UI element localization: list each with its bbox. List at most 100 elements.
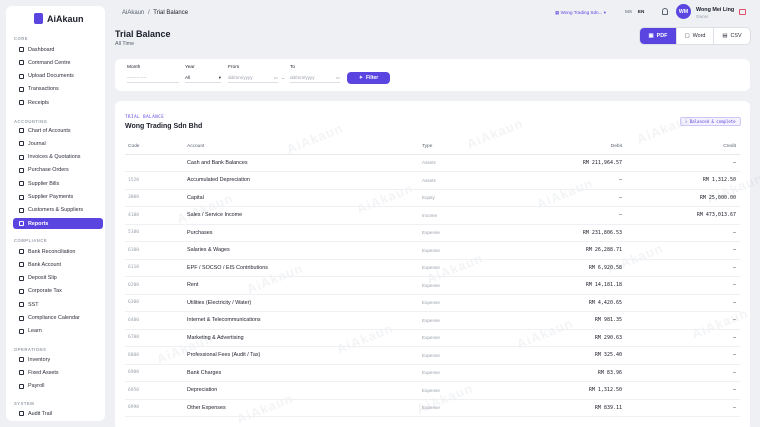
sidebar-item-invoices-quotations[interactable]: Invoices & Quotations [13,152,103,163]
bell-icon[interactable] [662,8,668,15]
lang-ms-button[interactable]: MS [625,9,632,14]
sidebar-item-bank-account[interactable]: Bank Account [13,259,103,270]
cell-type: Expense [422,241,512,260]
export-word-button[interactable]: ▢ Word [676,28,713,44]
table-row: 6800 Professional Fees (Audit / Tax) Expen… [125,346,740,365]
sidebar-item-receipts[interactable]: Receipts [13,97,103,108]
lang-en-button[interactable]: EN [638,9,644,14]
sidebar-item-label: Learn [28,328,42,335]
trial-balance-report: TRIAL BALANCE Wong Trading Sdn Bhd ✓ Bal… [115,101,760,427]
chart-icon [19,128,24,133]
cell-credit: — [626,364,740,382]
cell-code: 6300 [125,294,187,312]
sidebar-item-compliance-calendar[interactable]: Compliance Calendar [13,313,103,324]
sidebar-section-title: SYSTEM [14,401,35,406]
sidebar-item-audit-trail[interactable]: Audit Trail [13,408,103,419]
cell-type: Equity [422,189,512,207]
cell-code: 6200 [125,276,187,295]
sidebar-item-label: Payroll [28,383,45,390]
sidebar-item-bank-reconciliation[interactable]: Bank Reconciliation [13,246,103,257]
sidebar-item-label: Deposit Slip [28,275,57,282]
sidebar-item-supplier-payments[interactable]: Supplier Payments [13,192,103,203]
sidebar-item-sst[interactable]: SST [13,299,103,310]
cell-type: Expense [422,364,512,382]
sidebar-item-dashboard[interactable]: Dashboard [13,44,103,55]
sidebar-item-label: Upload Documents [28,73,74,80]
sidebar-item-journal[interactable]: Journal [13,138,103,149]
sidebar-item-fixed-assets[interactable]: Fixed Assets [13,367,103,378]
sidebar-item-supplier-bills[interactable]: Supplier Bills [13,178,103,189]
bank-icon [19,262,24,268]
table-row: 6700 Marketing & Advertising Expense RM 290… [125,329,740,347]
sidebar-item-label: Receipts [28,99,49,106]
check-icon [19,249,24,254]
sidebar-section-title: COMPLIANCE [14,238,48,243]
page-title: Trial Balance [115,29,171,39]
logout-icon[interactable] [739,9,746,15]
breadcrumb-root[interactable]: AiAkaun [122,10,144,16]
sidebar-section-title: OPERATIONS [14,347,47,352]
from-date-input[interactable]: dd/mm/yyyy ▭ [228,73,278,83]
sidebar-item-label: Fixed Assets [28,369,59,376]
cell-type: Expense [422,381,512,400]
export-group: ▣ PDF ▢ Word ▤ CSV [639,27,751,45]
sidebar-item-label: Compliance Calendar [28,315,80,321]
sidebar-item-label: Purchase Orders [28,167,69,174]
cell-debit: RM 6,920.58 [512,259,626,277]
sidebar-item-learn[interactable]: Learn [13,326,103,337]
month-placeholder: -------- ---- [127,75,147,80]
export-pdf-button[interactable]: ▣ PDF [640,28,676,44]
sidebar-item-corporate-tax[interactable]: Corporate Tax [13,286,103,297]
brand-name: AiAkaun [47,14,84,24]
cell-account: Utilities (Electricity / Water) [187,294,422,312]
sidebar-item-purchase-orders[interactable]: Purchase Orders [13,165,103,176]
invoice-icon [19,154,24,160]
cell-credit: RM 1,312.50 [626,171,740,190]
avatar[interactable]: WM [676,4,691,19]
tax-icon [19,288,24,294]
sidebar-item-payroll[interactable]: Payroll [13,381,103,392]
export-csv-button[interactable]: ▤ CSV [713,28,750,44]
sst-icon [19,302,24,308]
cell-credit: — [626,259,740,277]
sidebar-item-inventory[interactable]: Inventory [13,354,103,365]
year-select[interactable]: All ▾ [185,73,221,83]
balanced-badge: ✓ Balanced & complete [680,117,741,126]
year-value: All [185,75,191,80]
box-icon [19,357,24,362]
cell-type: Expense [422,276,512,295]
sidebar-item-label: Invoices & Quotations [28,154,81,161]
payment-icon [19,194,24,200]
csv-icon: ▤ [722,33,728,39]
sidebar-item-customers-suppliers[interactable]: Customers & Suppliers [13,205,103,216]
filter-button[interactable]: ✦ Filter [347,72,390,84]
cell-credit: — [626,294,740,312]
to-date-input[interactable]: dd/mm/yyyy ▭ [290,73,340,83]
table-row: 6400 Internet & Telecommunications Expense… [125,311,740,330]
sidebar-item-transactions[interactable]: Transactions [13,84,103,95]
cell-type: Expense [422,399,512,417]
cell-credit: — [626,241,740,260]
sidebar-item-deposit-slip[interactable]: Deposit Slip [13,273,103,284]
cell-account: Other Expenses [187,399,422,417]
company-selector[interactable]: ▦ Wong Trading Sdn... ▾ [555,10,606,16]
cell-account: Rent [187,276,422,295]
sidebar-item-label: Supplier Payments [28,194,74,200]
cell-credit: — [626,381,740,400]
sidebar-item-upload-documents[interactable]: Upload Documents [13,71,103,82]
cell-code: 6800 [125,346,187,365]
col-credit: Credit [626,140,740,155]
cell-debit: RM 211,964.57 [512,154,626,172]
journal-icon [19,141,24,147]
month-input[interactable]: -------- ---- [127,73,179,83]
audit-icon [19,411,24,416]
cell-account: Professional Fees (Audit / Tax) [187,346,422,365]
cell-debit: RM 231,806.53 [512,224,626,242]
sidebar-item-command-centre[interactable]: Command Centre [13,57,103,68]
cell-code: 4100 [125,206,187,225]
cell-code: 6700 [125,329,187,347]
to-date-placeholder: dd/mm/yyyy [290,75,315,80]
cell-code [125,154,187,172]
sidebar-item-reports[interactable]: Reports [13,218,103,230]
sidebar-item-chart-of-accounts[interactable]: Chart of Accounts [13,125,103,136]
